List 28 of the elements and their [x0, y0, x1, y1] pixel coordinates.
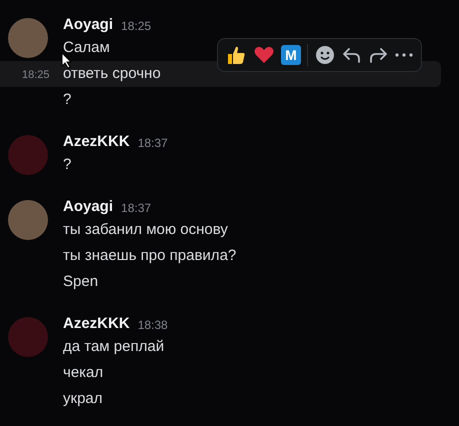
- avatar[interactable]: [8, 200, 48, 240]
- username[interactable]: Aoyagi: [63, 14, 114, 37]
- reply-icon[interactable]: [342, 45, 362, 65]
- message-text: Spen: [63, 272, 98, 292]
- username[interactable]: Aoyagi: [63, 196, 114, 219]
- add-reaction-icon[interactable]: [314, 44, 336, 66]
- heart-icon[interactable]: [253, 44, 275, 66]
- message-text: ?: [63, 154, 72, 175]
- thumbs-up-icon[interactable]: [225, 44, 247, 66]
- message-text: Салам: [63, 38, 110, 58]
- timestamp: 18:37: [121, 200, 152, 216]
- app-reaction-button[interactable]: M: [281, 45, 301, 65]
- message-text: украл: [63, 388, 102, 409]
- message-text: ты забанил мою основу: [63, 220, 228, 240]
- message-text: ты знаешь про правила?: [63, 246, 236, 266]
- timestamp: 18:38: [138, 316, 168, 334]
- username[interactable]: AzezKKK: [63, 131, 130, 154]
- timestamp: 18:37: [138, 134, 168, 152]
- timestamp: 18:25: [22, 69, 50, 81]
- message-text: ?: [63, 90, 72, 110]
- message-text: чекал: [63, 362, 104, 383]
- forward-icon[interactable]: [368, 45, 388, 65]
- message-text: да там реплай: [63, 336, 164, 357]
- cursor-icon: [61, 52, 73, 69]
- username[interactable]: AzezKKK: [63, 313, 130, 336]
- avatar[interactable]: [8, 18, 48, 58]
- timestamp: 18:25: [121, 18, 152, 34]
- message-text: ответь срочно: [63, 64, 161, 84]
